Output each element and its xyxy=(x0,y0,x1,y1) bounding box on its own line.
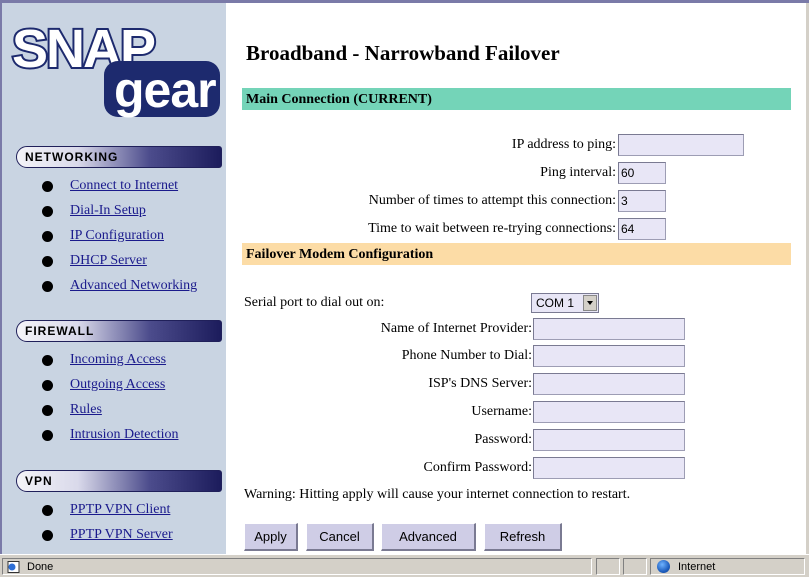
confirm-password-label: Confirm Password: xyxy=(423,460,533,475)
cancel-button[interactable]: Cancel xyxy=(306,523,374,551)
row-phone-number: Phone Number to Dial: xyxy=(226,345,532,367)
nav-label: Rules xyxy=(70,402,102,417)
status-cell-1 xyxy=(596,558,620,575)
serial-port-select[interactable]: COM 1 xyxy=(531,293,599,313)
bullet-icon xyxy=(42,429,53,441)
nav-dhcp-server[interactable]: DHCP Server xyxy=(42,251,226,271)
advanced-button[interactable]: Advanced xyxy=(381,523,476,551)
internet-provider-input[interactable] xyxy=(533,318,685,340)
nav-pptp-vpn-server[interactable]: PPTP VPN Server xyxy=(42,525,226,545)
status-bar: Done Internet xyxy=(0,554,809,577)
status-text-panel: Done xyxy=(2,558,592,575)
restart-warning: Warning: Hitting apply will cause your i… xyxy=(244,487,631,502)
internet-provider-label: Name of Internet Provider: xyxy=(380,321,532,336)
row-dns-server: ISP's DNS Server: xyxy=(226,373,532,395)
nav-intrusion-detection[interactable]: Intrusion Detection xyxy=(42,425,226,445)
retry-wait-input[interactable] xyxy=(618,218,666,240)
row-retry-wait: Time to wait between re-trying connectio… xyxy=(226,218,618,240)
phone-number-input[interactable] xyxy=(533,345,685,367)
nav-label: Incoming Access xyxy=(70,352,167,367)
attempts-input[interactable] xyxy=(618,190,666,212)
section-title-networking: NETWORKING xyxy=(25,150,119,164)
security-zone: Internet xyxy=(650,558,805,575)
bullet-icon xyxy=(42,255,53,267)
nav-label: PPTP VPN Server xyxy=(70,527,173,542)
svg-text:gear: gear xyxy=(114,62,216,118)
ip-address-to-ping-input[interactable] xyxy=(618,134,744,156)
dns-server-input[interactable] xyxy=(533,373,685,395)
section-title-firewall: FIREWALL xyxy=(25,324,95,338)
nav-label: Dial-In Setup xyxy=(70,203,146,218)
row-serial-port: Serial port to dial out on: xyxy=(244,292,384,314)
username-label: Username: xyxy=(471,404,532,419)
section-heading-failover-modem: Failover Modem Configuration xyxy=(242,243,791,265)
nav-label: PPTP VPN Client xyxy=(70,502,171,517)
row-ip-address-to-ping: IP address to ping: xyxy=(226,134,618,156)
row-ping-interval: Ping interval: xyxy=(226,162,618,184)
sidebar: SNAP gear NETWORKING Connect to Internet… xyxy=(2,3,226,554)
bullet-icon xyxy=(42,230,53,242)
bullet-icon xyxy=(42,280,53,292)
ping-interval-input[interactable] xyxy=(618,162,666,184)
password-input[interactable] xyxy=(533,429,685,451)
nav-label: Advanced Networking xyxy=(70,278,198,293)
status-cell-2 xyxy=(623,558,647,575)
password-label: Password: xyxy=(474,432,532,447)
zone-label: Internet xyxy=(678,560,716,573)
row-password: Password: xyxy=(226,429,532,451)
section-title-vpn: VPN xyxy=(25,474,53,488)
section-vpn: VPN xyxy=(16,470,222,492)
serial-port-value: COM 1 xyxy=(536,296,575,310)
retry-wait-label: Time to wait between re-trying connectio… xyxy=(368,221,616,236)
apply-button[interactable]: Apply xyxy=(244,523,298,551)
bullet-icon xyxy=(42,379,53,391)
chevron-down-icon[interactable] xyxy=(583,295,597,311)
bullet-icon xyxy=(42,529,53,541)
nav-incoming-access[interactable]: Incoming Access xyxy=(42,350,226,370)
nav-dial-in-setup[interactable]: Dial-In Setup xyxy=(42,201,226,221)
section-firewall: FIREWALL xyxy=(16,320,222,342)
nav-outgoing-access[interactable]: Outgoing Access xyxy=(42,375,226,395)
ping-interval-label: Ping interval: xyxy=(540,165,616,180)
confirm-password-input[interactable] xyxy=(533,457,685,479)
row-confirm-password: Confirm Password: xyxy=(226,457,533,479)
snapgear-logo: SNAP gear xyxy=(10,17,220,118)
dns-server-label: ISP's DNS Server: xyxy=(428,376,532,391)
page-title: Broadband - Narrowband Failover xyxy=(246,41,560,65)
bullet-icon xyxy=(42,354,53,366)
row-attempts: Number of times to attempt this connecti… xyxy=(226,190,618,212)
attempts-label: Number of times to attempt this connecti… xyxy=(368,193,616,208)
row-internet-provider: Name of Internet Provider: xyxy=(226,318,532,340)
username-input[interactable] xyxy=(533,401,685,423)
bullet-icon xyxy=(42,205,53,217)
serial-port-label: Serial port to dial out on: xyxy=(244,295,385,310)
nav-pptp-vpn-client[interactable]: PPTP VPN Client xyxy=(42,500,226,520)
nav-label: Connect to Internet xyxy=(70,178,179,193)
page-done-icon xyxy=(7,560,20,573)
status-text: Done xyxy=(27,560,54,573)
row-username: Username: xyxy=(226,401,532,423)
main-content: Broadband - Narrowband Failover Main Con… xyxy=(226,3,806,554)
globe-icon xyxy=(657,560,670,573)
nav-label: DHCP Server xyxy=(70,253,147,268)
nav-advanced-networking[interactable]: Advanced Networking xyxy=(42,276,226,296)
section-networking: NETWORKING xyxy=(16,146,222,168)
nav-label: Intrusion Detection xyxy=(70,427,179,442)
nav-ip-configuration[interactable]: IP Configuration xyxy=(42,226,226,246)
phone-number-label: Phone Number to Dial: xyxy=(401,348,532,363)
bullet-icon xyxy=(42,180,53,192)
nav-rules[interactable]: Rules xyxy=(42,400,226,420)
nav-connect-to-internet[interactable]: Connect to Internet xyxy=(42,176,226,196)
bullet-icon xyxy=(42,504,53,516)
refresh-button[interactable]: Refresh xyxy=(484,523,562,551)
nav-label: IP Configuration xyxy=(70,228,164,243)
ip-address-to-ping-label: IP address to ping: xyxy=(511,137,616,152)
nav-label: Outgoing Access xyxy=(70,377,166,392)
section-heading-main-connection: Main Connection (CURRENT) xyxy=(242,88,791,110)
bullet-icon xyxy=(42,404,53,416)
